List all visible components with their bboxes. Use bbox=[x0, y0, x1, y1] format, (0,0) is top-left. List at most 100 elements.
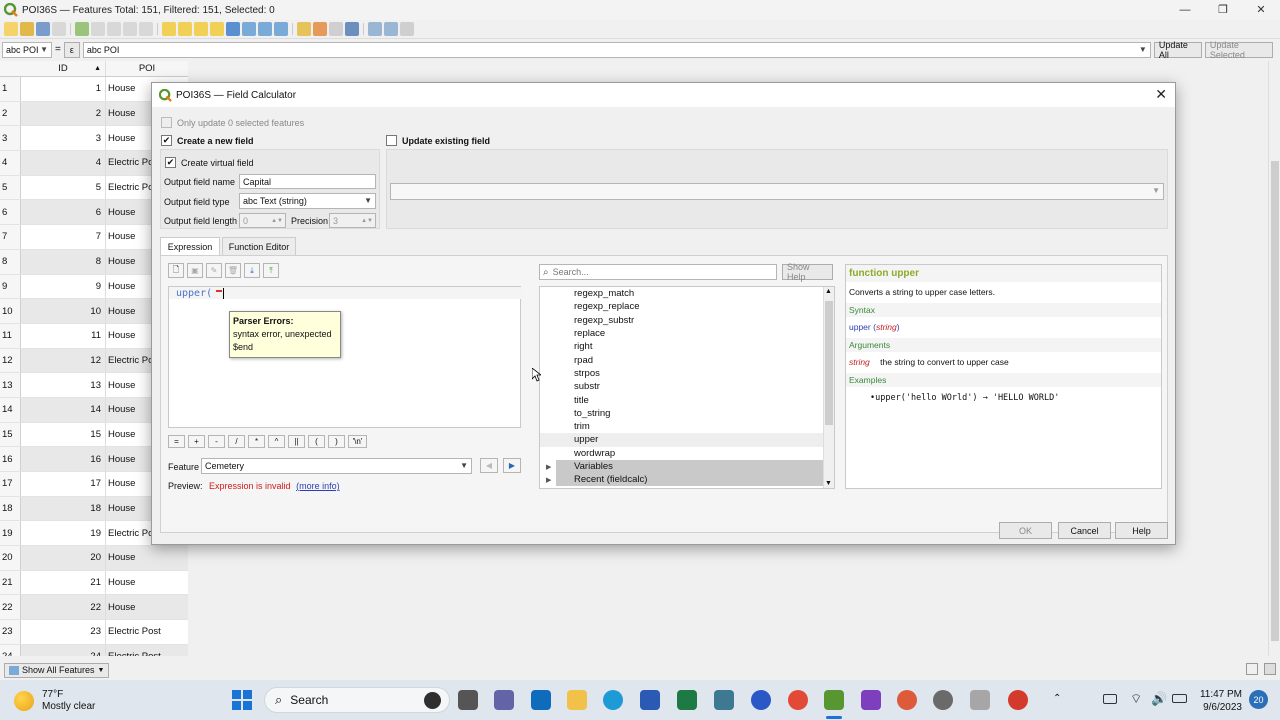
function-item-replace[interactable]: replace bbox=[540, 327, 834, 340]
operator-button[interactable]: = bbox=[168, 435, 185, 448]
delete-feature-icon[interactable] bbox=[91, 22, 105, 36]
save-icon[interactable]: ▣ bbox=[187, 263, 203, 278]
row-number[interactable]: 5 bbox=[0, 175, 21, 200]
actions-icon[interactable] bbox=[384, 22, 398, 36]
save-edits-icon[interactable] bbox=[36, 22, 50, 36]
next-feature-icon[interactable]: ▶ bbox=[503, 458, 521, 473]
function-item-regexp-match[interactable]: regexp_match bbox=[540, 287, 834, 300]
select-all-icon[interactable] bbox=[178, 22, 192, 36]
row-number[interactable]: 13 bbox=[0, 373, 21, 397]
clock[interactable]: 11:47 PM 9/6/2023 bbox=[1194, 688, 1242, 714]
maximize-button[interactable]: ❐ bbox=[1204, 0, 1242, 20]
show-help-button[interactable]: Show Help bbox=[782, 262, 833, 282]
cell-poi[interactable]: House bbox=[105, 595, 188, 620]
only-update-checkbox[interactable] bbox=[161, 117, 172, 128]
cell-id[interactable]: 7 bbox=[21, 225, 105, 249]
edge-icon[interactable] bbox=[603, 690, 623, 710]
excel-icon[interactable] bbox=[677, 690, 697, 710]
cell-id[interactable]: 16 bbox=[21, 447, 105, 471]
cell-id[interactable]: 8 bbox=[21, 249, 105, 274]
display-icon[interactable] bbox=[1103, 694, 1117, 704]
expression-editor[interactable]: upper( bbox=[168, 286, 522, 428]
pan-to-selected-icon[interactable] bbox=[258, 22, 272, 36]
row-number[interactable]: 4 bbox=[0, 151, 21, 175]
filter-icon[interactable] bbox=[226, 22, 240, 36]
row-number[interactable]: 8 bbox=[0, 249, 21, 274]
cell-id[interactable]: 3 bbox=[21, 126, 105, 150]
row-number[interactable]: 1 bbox=[0, 77, 21, 101]
row-number[interactable]: 16 bbox=[0, 447, 21, 471]
app-blue-icon[interactable] bbox=[751, 690, 771, 710]
snipping-tool-icon[interactable] bbox=[970, 690, 990, 710]
cell-id[interactable]: 20 bbox=[21, 546, 105, 570]
function-list[interactable]: regexp_match regexp_replace regexp_substr r… bbox=[539, 286, 835, 489]
operator-button[interactable]: '\n' bbox=[348, 435, 367, 448]
task-view-icon[interactable] bbox=[458, 690, 478, 710]
field-select-combo[interactable]: abc POI ▼ bbox=[2, 41, 52, 58]
row-number[interactable]: 10 bbox=[0, 299, 21, 323]
import-icon[interactable]: ⤓ bbox=[244, 263, 260, 278]
operator-button[interactable]: ) bbox=[328, 435, 345, 448]
invert-selection-icon[interactable] bbox=[194, 22, 208, 36]
ok-button[interactable]: OK bbox=[999, 522, 1052, 539]
row-number[interactable]: 19 bbox=[0, 521, 21, 546]
cell-id[interactable]: 21 bbox=[21, 571, 105, 595]
app-gray-icon[interactable] bbox=[933, 690, 953, 710]
scroll-up-icon[interactable]: ▲ bbox=[825, 288, 832, 295]
cell-id[interactable]: 19 bbox=[21, 521, 105, 545]
update-all-button[interactable]: Update All bbox=[1153, 40, 1202, 60]
cell-id[interactable]: 18 bbox=[21, 496, 105, 521]
cell-id[interactable]: 1 bbox=[21, 77, 105, 101]
edit-icon[interactable]: ✎ bbox=[206, 263, 222, 278]
scrollbar-thumb[interactable] bbox=[825, 301, 833, 425]
create-new-field-checkbox[interactable]: ✔ bbox=[161, 135, 172, 146]
cell-poi[interactable]: House bbox=[105, 546, 188, 570]
cell-id[interactable]: 4 bbox=[21, 151, 105, 175]
operator-button[interactable]: || bbox=[288, 435, 305, 448]
table-row[interactable]: 2424Electric Post bbox=[0, 644, 188, 656]
close-icon[interactable]: ✕ bbox=[1155, 86, 1167, 103]
row-number[interactable]: 21 bbox=[0, 570, 21, 595]
output-type-select[interactable]: abc Text (string) ▼ bbox=[239, 193, 376, 209]
add-feature-icon[interactable] bbox=[75, 22, 89, 36]
form-view-icon[interactable] bbox=[1246, 663, 1258, 675]
column-header-poi[interactable]: POI bbox=[105, 61, 188, 76]
scroll-down-icon[interactable]: ▼ bbox=[825, 480, 832, 487]
cell-id[interactable]: 2 bbox=[21, 101, 105, 126]
row-number[interactable]: 23 bbox=[0, 620, 21, 644]
group-variables[interactable]: ▶ Variables bbox=[546, 459, 834, 474]
toggle-editing-icon[interactable] bbox=[4, 22, 18, 36]
operator-button[interactable]: * bbox=[248, 435, 265, 448]
volume-icon[interactable]: 🔊 bbox=[1151, 691, 1167, 707]
cell-id[interactable]: 5 bbox=[21, 176, 105, 200]
table-row[interactable]: 20 20 House bbox=[0, 546, 188, 571]
weather-widget[interactable]: 77°F Mostly clear bbox=[14, 689, 95, 713]
close-window-button[interactable]: ✕ bbox=[1242, 0, 1280, 20]
row-number[interactable]: 17 bbox=[0, 472, 21, 496]
reload-icon[interactable] bbox=[52, 22, 66, 36]
row-number[interactable]: 24 bbox=[0, 644, 21, 656]
cell-id[interactable]: 10 bbox=[21, 299, 105, 323]
function-item-upper[interactable]: upper bbox=[540, 433, 834, 447]
notification-badge[interactable]: 20 bbox=[1249, 690, 1268, 709]
group-recent[interactable]: ▶ Recent (fieldcalc) bbox=[546, 473, 834, 487]
row-number[interactable]: 2 bbox=[0, 101, 21, 126]
vertical-scrollbar[interactable] bbox=[1268, 61, 1280, 656]
output-name-input[interactable]: Capital bbox=[239, 174, 376, 189]
recorder-icon[interactable] bbox=[1008, 690, 1028, 710]
field-calculator-icon[interactable] bbox=[345, 22, 359, 36]
previous-feature-icon[interactable]: ◀ bbox=[480, 458, 498, 473]
row-number[interactable]: 9 bbox=[0, 274, 21, 299]
zoom-to-selected-icon[interactable] bbox=[274, 22, 288, 36]
function-item-strpos[interactable]: strpos bbox=[540, 367, 834, 380]
row-number[interactable]: 6 bbox=[0, 200, 21, 225]
multi-edit-icon[interactable] bbox=[20, 22, 34, 36]
tab-function-editor[interactable]: Function Editor bbox=[222, 237, 296, 255]
update-existing-checkbox[interactable] bbox=[386, 135, 397, 146]
minimize-button[interactable]: — bbox=[1166, 0, 1204, 20]
tab-expression[interactable]: Expression bbox=[160, 237, 220, 255]
chrome-profile-icon[interactable] bbox=[897, 690, 917, 710]
export-icon[interactable]: ⤒ bbox=[263, 263, 279, 278]
expression-builder-button[interactable]: ε bbox=[63, 41, 80, 58]
dock-icon[interactable] bbox=[400, 22, 414, 36]
